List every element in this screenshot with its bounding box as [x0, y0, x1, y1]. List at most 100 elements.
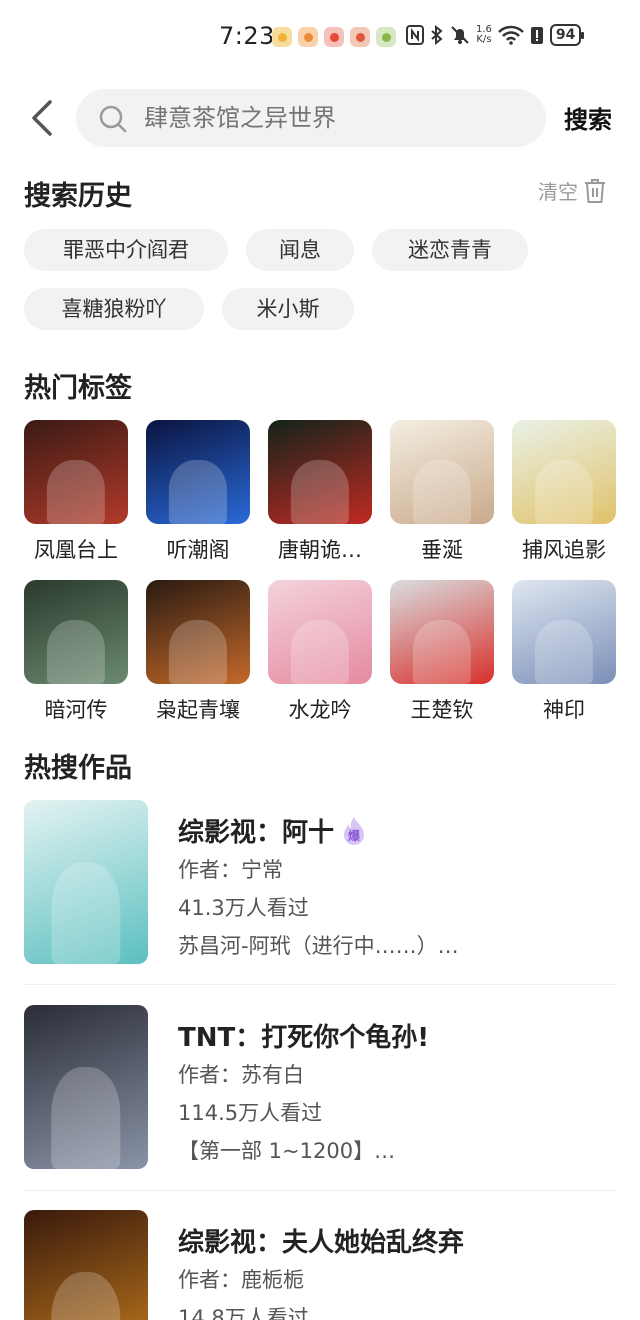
tag-cover-image: [512, 580, 616, 684]
tag-cover-image: [146, 580, 250, 684]
wifi-icon: [498, 25, 524, 45]
app-dot: [277, 32, 287, 42]
trash-icon: [585, 178, 605, 203]
cover-figure-shape: [168, 459, 228, 524]
history-chip[interactable]: 迷恋青青: [372, 229, 528, 271]
app-dot: [381, 32, 391, 42]
hot-tag-item[interactable]: 水龙吟: [268, 580, 372, 724]
notification-icons: [272, 27, 396, 47]
cover-figure-shape: [412, 619, 472, 684]
tag-label: 垂涎: [421, 538, 463, 562]
history-chip[interactable]: 米小斯: [222, 288, 354, 330]
cover-figure-shape: [51, 1067, 121, 1169]
app-dot: [303, 32, 313, 42]
work-cover-image: [24, 800, 148, 964]
hot-tag-item[interactable]: 听潮阁: [146, 420, 250, 564]
back-arrow-icon[interactable]: [24, 96, 64, 140]
network-speed-unit: K/s: [476, 34, 492, 45]
hot-tag-item[interactable]: 凤凰台上: [24, 420, 128, 564]
app-notification-icon: [272, 27, 292, 47]
cover-figure-shape: [46, 619, 106, 684]
tag-label: 神印: [543, 698, 585, 722]
cover-figure-shape: [412, 459, 472, 524]
tag-label: 听潮阁: [166, 538, 230, 562]
app-notification-icon: [376, 27, 396, 47]
work-cover-image: [24, 1005, 148, 1169]
work-cover-image: [24, 1210, 148, 1320]
work-title-text: 综影视：阿十: [178, 818, 335, 848]
tag-cover-image: [390, 580, 494, 684]
tag-cover-image: [24, 580, 128, 684]
work-author: 作者：宁常: [178, 858, 283, 882]
work-item[interactable]: 综影视：夫人她始乱终弃 作者：鹿栀栀 14.8万人看过: [24, 1210, 616, 1320]
hot-tag-item[interactable]: 唐朝诡…: [268, 420, 372, 564]
hot-tag-item[interactable]: 捕风追影: [512, 420, 616, 564]
app-dot: [329, 32, 339, 42]
search-icon: [99, 105, 127, 133]
work-author: 作者：鹿栀栀: [178, 1268, 304, 1292]
search-button[interactable]: 搜索: [564, 100, 612, 135]
hot-tag-item[interactable]: 王楚钦: [390, 580, 494, 724]
cover-figure-shape: [168, 619, 228, 684]
status-time: 7:23: [219, 22, 275, 50]
battery-level: 94: [549, 24, 585, 46]
cover-figure-shape: [534, 459, 594, 524]
app-notification-icon: [350, 27, 370, 47]
hot-tag-item[interactable]: 枭起青壤: [146, 580, 250, 724]
divider: [24, 984, 616, 985]
work-views: 41.3万人看过: [178, 896, 309, 920]
hot-flame-badge-icon: 爆: [344, 816, 365, 845]
tag-label: 唐朝诡…: [278, 538, 362, 562]
work-views: 14.8万人看过: [178, 1306, 309, 1320]
hot-tag-item[interactable]: 垂涎: [390, 420, 494, 564]
search-box[interactable]: [76, 89, 546, 147]
tag-label: 水龙吟: [288, 698, 352, 722]
network-speed: 1.6 K/s: [476, 25, 492, 45]
tag-label: 凤凰台上: [34, 538, 118, 562]
work-description: 【第一部 1~1200】…: [178, 1139, 396, 1163]
hot-tags-title: 热门标签: [24, 373, 132, 404]
cover-figure-shape: [51, 862, 121, 964]
cover-figure-shape: [51, 1272, 121, 1320]
tag-cover-image: [146, 420, 250, 524]
search-input[interactable]: [144, 89, 524, 147]
app-notification-icon: [324, 27, 344, 47]
history-chip[interactable]: 闻息: [246, 229, 354, 271]
tag-cover-image: [390, 420, 494, 524]
status-bar: 7:23 1.6 K/s 94: [0, 0, 640, 74]
cover-figure-shape: [290, 459, 350, 524]
hot-tag-item[interactable]: 神印: [512, 580, 616, 724]
bluetooth-icon: [431, 25, 443, 45]
clear-history-button[interactable]: 清空: [538, 176, 606, 205]
tag-cover-image: [512, 420, 616, 524]
work-item[interactable]: 综影视：阿十爆 作者：宁常 41.3万人看过 苏昌河-阿玳（进行中……）…: [24, 800, 616, 970]
tag-cover-image: [268, 420, 372, 524]
mute-bell-icon: [451, 26, 469, 44]
tag-label: 捕风追影: [522, 538, 606, 562]
work-views: 114.5万人看过: [178, 1101, 323, 1125]
tag-cover-image: [268, 580, 372, 684]
tag-label: 枭起青壤: [156, 698, 240, 722]
tag-label: 王楚钦: [410, 698, 474, 722]
work-title: 综影视：夫人她始乱终弃: [178, 1228, 465, 1258]
work-author: 作者：苏有白: [178, 1063, 304, 1087]
clear-history-label: 清空: [538, 180, 578, 204]
cover-figure-shape: [290, 619, 350, 684]
work-title: TNT：打死你个龟孙!: [178, 1023, 430, 1053]
divider: [24, 1190, 616, 1191]
cover-figure-shape: [534, 619, 594, 684]
hot-badge-text: 爆: [348, 828, 361, 843]
alert-battery-icon: [530, 27, 543, 44]
history-chip[interactable]: 喜糖狼粉吖: [24, 288, 204, 330]
work-item[interactable]: TNT：打死你个龟孙! 作者：苏有白 114.5万人看过 【第一部 1~1200…: [24, 1005, 616, 1175]
app-dot: [355, 32, 365, 42]
cover-figure-shape: [46, 459, 106, 524]
work-description: 苏昌河-阿玳（进行中……）…: [178, 934, 459, 958]
history-chip[interactable]: 罪恶中介阎君: [24, 229, 228, 271]
app-notification-icon: [298, 27, 318, 47]
tag-cover-image: [24, 420, 128, 524]
history-title: 搜索历史: [24, 181, 132, 212]
status-right: 1.6 K/s 94: [406, 24, 585, 46]
nfc-icon: [406, 25, 424, 45]
hot-tag-item[interactable]: 暗河传: [24, 580, 128, 724]
